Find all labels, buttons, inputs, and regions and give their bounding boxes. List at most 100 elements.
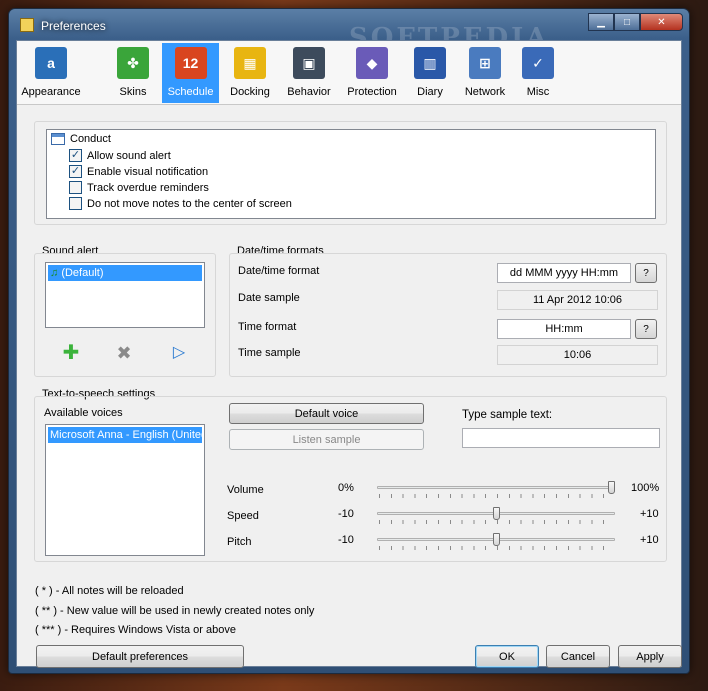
speed-slider-thumb[interactable] xyxy=(493,507,500,520)
computer-icon: ▣ xyxy=(293,47,325,79)
voices-list[interactable]: Microsoft Anna - English (United xyxy=(45,424,205,556)
client-area: a Appearance ✤ Skins 12 Schedule ▦ Docki… xyxy=(16,40,682,668)
default-voice-button[interactable]: Default voice xyxy=(229,403,424,424)
option-do-not-move-notes[interactable]: Do not move notes to the center of scree… xyxy=(69,197,292,210)
tts-group: Available voices Microsoft Anna - Englis… xyxy=(34,396,667,562)
tab-label: Network xyxy=(464,86,506,98)
pitch-label: Pitch xyxy=(227,536,252,548)
ok-button[interactable]: OK xyxy=(475,645,539,668)
tab-schedule[interactable]: 12 Schedule xyxy=(162,43,219,103)
calendar-icon: 12 xyxy=(174,47,207,79)
tab-label: Skins xyxy=(119,86,147,98)
tab-misc[interactable]: ✓ Misc xyxy=(517,43,559,103)
checkbox[interactable] xyxy=(69,197,82,210)
close-button[interactable]: ✕ xyxy=(640,13,683,31)
remove-sound-button[interactable]: ✖ xyxy=(115,344,133,362)
volume-min-label: 0% xyxy=(338,482,354,494)
add-sound-button[interactable]: ✚ xyxy=(62,342,80,364)
time-sample-value: 10:06 xyxy=(497,345,658,365)
x-icon: ✖ xyxy=(116,343,132,363)
title-bar[interactable]: Preferences SOFTPEDIA ▁ □ ✕ xyxy=(9,9,689,53)
tab-label: Diary xyxy=(417,86,443,98)
pitch-slider-thumb[interactable] xyxy=(493,533,500,546)
tab-network[interactable]: ⊞ Network xyxy=(459,43,511,103)
tab-appearance[interactable]: a Appearance xyxy=(19,43,83,103)
speed-max-label: +10 xyxy=(640,508,659,520)
datetime-format-help-button[interactable]: ? xyxy=(635,263,657,283)
checkbox[interactable] xyxy=(69,181,82,194)
docking-icon: ▦ xyxy=(234,47,266,79)
checklist-icon: ✓ xyxy=(522,47,554,79)
book-icon: ▥ xyxy=(414,47,446,79)
conduct-header: Conduct xyxy=(51,133,111,145)
tab-diary[interactable]: ▥ Diary xyxy=(407,43,453,103)
option-allow-sound-alert[interactable]: ✓ Allow sound alert xyxy=(69,149,171,162)
maximize-button[interactable]: □ xyxy=(614,13,640,31)
volume-max-label: 100% xyxy=(631,482,660,494)
listen-sample-button[interactable]: Listen sample xyxy=(229,429,424,450)
speed-slider[interactable] xyxy=(377,506,615,530)
pitch-slider[interactable] xyxy=(377,532,615,556)
window-title: Preferences xyxy=(41,19,106,33)
tab-protection[interactable]: ◆ Protection xyxy=(341,43,403,103)
sound-list[interactable]: ♫ (Default) xyxy=(45,262,205,328)
tab-label: Schedule xyxy=(167,86,214,98)
tab-label: Misc xyxy=(526,86,550,98)
note-requires-vista: ( *** ) - Requires Windows Vista or abov… xyxy=(35,624,236,636)
shield-icon: ◆ xyxy=(356,47,388,79)
conduct-group: Conduct ✓ Allow sound alert ✓ Enable vis… xyxy=(34,121,667,225)
datetime-format-label: Date/time format xyxy=(238,265,320,277)
category-toolbar: a Appearance ✤ Skins 12 Schedule ▦ Docki… xyxy=(17,41,681,105)
time-format-help-button[interactable]: ? xyxy=(635,319,657,339)
checkbox[interactable]: ✓ xyxy=(69,149,82,162)
volume-slider[interactable] xyxy=(377,480,615,504)
time-sample-label: Time sample xyxy=(238,347,301,359)
datetime-group: Date/time format dd MMM yyyy HH:mm ? Dat… xyxy=(229,253,667,377)
pitch-max-label: +10 xyxy=(640,534,659,546)
option-label: Do not move notes to the center of scree… xyxy=(87,197,292,210)
conduct-list: Conduct ✓ Allow sound alert ✓ Enable vis… xyxy=(46,129,656,219)
speed-label: Speed xyxy=(227,510,259,522)
puzzle-icon: ✤ xyxy=(117,47,149,79)
tab-label: Appearance xyxy=(21,86,81,98)
plus-icon: ✚ xyxy=(62,342,80,364)
volume-label: Volume xyxy=(227,484,264,496)
cancel-button[interactable]: Cancel xyxy=(546,645,610,668)
available-voices-label: Available voices xyxy=(44,407,123,419)
tab-label: Behavior xyxy=(287,86,331,98)
speed-min-label: -10 xyxy=(338,508,354,520)
minimize-button[interactable]: ▁ xyxy=(588,13,614,31)
checkbox[interactable]: ✓ xyxy=(69,165,82,178)
minimize-icon: ▁ xyxy=(597,16,605,28)
sample-text-input[interactable] xyxy=(462,428,660,448)
play-icon: ▷ xyxy=(172,344,186,361)
maximize-icon: □ xyxy=(623,16,631,28)
sound-item-label: (Default) xyxy=(61,267,104,279)
slider-ticks xyxy=(379,520,613,524)
pitch-min-label: -10 xyxy=(338,534,354,546)
tab-skins[interactable]: ✤ Skins xyxy=(105,43,161,103)
tab-docking[interactable]: ▦ Docking xyxy=(223,43,277,103)
date-sample-label: Date sample xyxy=(238,292,300,304)
play-sound-button[interactable]: ▷ xyxy=(170,344,188,362)
slider-track xyxy=(377,486,615,489)
tab-behavior[interactable]: ▣ Behavior xyxy=(281,43,337,103)
date-sample-value: 11 Apr 2012 10:06 xyxy=(497,290,658,310)
conduct-window-icon xyxy=(51,133,65,145)
option-enable-visual-notification[interactable]: ✓ Enable visual notification xyxy=(69,165,208,178)
sample-text-label: Type sample text: xyxy=(462,409,553,421)
apply-button[interactable]: Apply xyxy=(618,645,682,668)
time-format-label: Time format xyxy=(238,321,297,333)
time-format-input[interactable]: HH:mm xyxy=(497,319,631,339)
default-preferences-button[interactable]: Default preferences xyxy=(36,645,244,668)
volume-slider-thumb[interactable] xyxy=(608,481,615,494)
close-icon: ✕ xyxy=(657,16,666,28)
sound-list-item[interactable]: ♫ (Default) xyxy=(48,265,202,281)
music-note-icon: ♫ xyxy=(50,267,59,279)
tab-label: Protection xyxy=(347,86,397,98)
voice-list-item[interactable]: Microsoft Anna - English (United xyxy=(48,427,202,443)
option-track-overdue-reminders[interactable]: Track overdue reminders xyxy=(69,181,209,194)
datetime-format-input[interactable]: dd MMM yyyy HH:mm xyxy=(497,263,631,283)
note-new-notes-only: ( ** ) - New value will be used in newly… xyxy=(35,605,315,617)
option-label: Allow sound alert xyxy=(87,149,171,162)
